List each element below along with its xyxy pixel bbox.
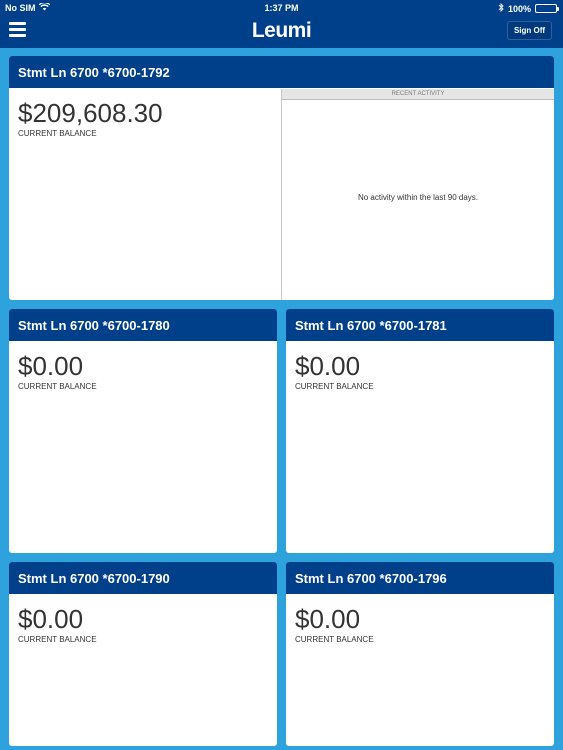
current-balance-label: CURRENT BALANCE bbox=[18, 129, 97, 138]
account-name[interactable]: Stmt Ln 6700 *6700-1796 bbox=[286, 562, 554, 594]
current-balance: $209,608.30 bbox=[18, 98, 163, 128]
bluetooth-icon bbox=[498, 2, 504, 14]
account-name[interactable]: Stmt Ln 6700 *6700-1790 bbox=[9, 562, 277, 594]
current-balance: $0.00 bbox=[18, 351, 84, 381]
recent-activity-message: No activity within the last 90 days. bbox=[357, 193, 479, 202]
status-bar: No SIM 1:37 PM 100% bbox=[0, 0, 563, 16]
status-right: 100% bbox=[498, 2, 559, 14]
account-card[interactable]: Stmt Ln 6700 *6700-1796 $0.00 CURRENT BA… bbox=[286, 562, 554, 746]
account-card[interactable]: Stmt Ln 6700 *6700-1790 $0.00 CURRENT BA… bbox=[9, 562, 277, 746]
current-balance-label: CURRENT BALANCE bbox=[18, 635, 97, 644]
current-balance-label: CURRENT BALANCE bbox=[18, 382, 97, 391]
account-card[interactable]: Stmt Ln 6700 *6700-1780 $0.00 CURRENT BA… bbox=[9, 309, 277, 553]
current-balance: $0.00 bbox=[18, 604, 84, 634]
account-card[interactable]: Stmt Ln 6700 *6700-1781 $0.00 CURRENT BA… bbox=[286, 309, 554, 553]
account-name[interactable]: Stmt Ln 6700 *6700-1792 bbox=[9, 56, 554, 88]
recent-activity-title: RECENT ACTIVITY bbox=[282, 89, 554, 100]
status-time: 1:37 PM bbox=[264, 3, 299, 13]
account-card[interactable]: Stmt Ln 6700 *6700-1792 $209,608.30 CURR… bbox=[9, 56, 554, 300]
current-balance-label: CURRENT BALANCE bbox=[295, 382, 374, 391]
current-balance-label: CURRENT BALANCE bbox=[295, 635, 374, 644]
recent-activity-panel: RECENT ACTIVITY No activity within the l… bbox=[281, 89, 554, 300]
current-balance: $0.00 bbox=[295, 604, 361, 634]
battery-icon bbox=[535, 4, 559, 13]
account-name[interactable]: Stmt Ln 6700 *6700-1781 bbox=[286, 309, 554, 341]
current-balance: $0.00 bbox=[295, 351, 361, 381]
brand-logo: Leumi bbox=[251, 19, 312, 42]
top-bar: No SIM 1:37 PM 100% Leumi Sign Off bbox=[0, 0, 563, 48]
account-name[interactable]: Stmt Ln 6700 *6700-1780 bbox=[9, 309, 277, 341]
sign-off-button[interactable]: Sign Off bbox=[507, 21, 552, 40]
battery-percent: 100% bbox=[507, 3, 531, 14]
